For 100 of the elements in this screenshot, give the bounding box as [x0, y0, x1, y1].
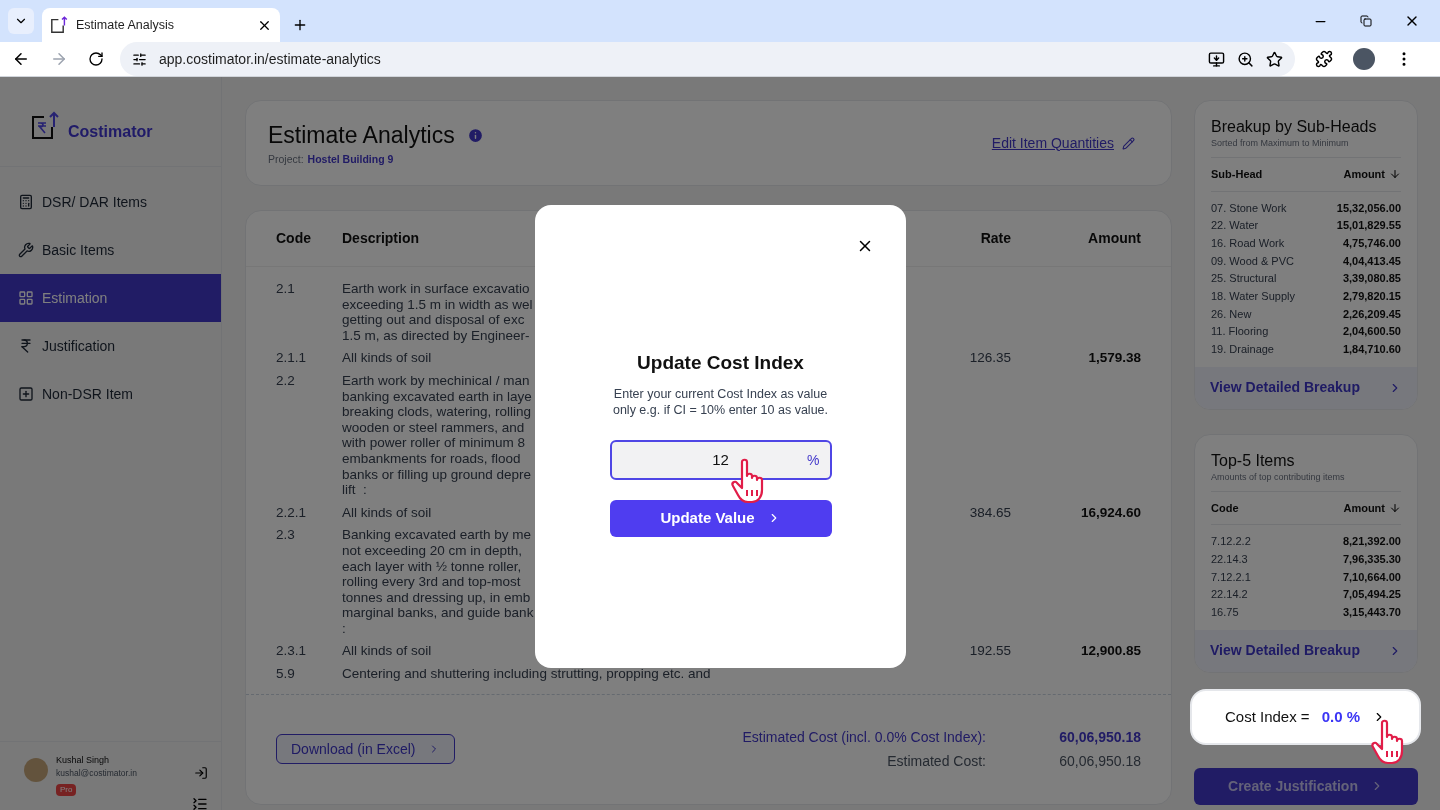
- table-cell: embankments for roads, flood: [342, 450, 521, 467]
- table-cell: All kinds of soil: [342, 643, 432, 660]
- cost-index-value: 0.0 %: [1321, 706, 1360, 727]
- sort-icon: [1389, 168, 1401, 181]
- view-breakup-link[interactable]: View Detailed Breakup: [1195, 629, 1417, 672]
- brand-name: Costimator: [68, 121, 153, 142]
- pencil-icon: [1122, 136, 1135, 150]
- column-header: Description: [342, 230, 419, 246]
- percent-suffix: %: [807, 450, 820, 470]
- table-cell: exceeding 1.5 m in width as wel: [342, 296, 533, 313]
- table-cell: All kinds of soil: [342, 504, 432, 521]
- table-cell-text: 11. Flooring: [1211, 324, 1269, 340]
- table-cell: Centering and shuttering including strutting, propping etc. and: [342, 666, 711, 682]
- table-cell-text: 15,32,056.00: [1336, 200, 1401, 216]
- dialog-title: Update Cost Index: [637, 351, 804, 375]
- tools-icon: [18, 242, 34, 258]
- site-settings-icon[interactable]: [132, 51, 147, 67]
- table-cell-text: 2.2: [276, 372, 296, 390]
- project-label: Project:: [268, 152, 304, 168]
- profile-avatar[interactable]: [1353, 48, 1375, 70]
- table-cell: not exceeding 20 cm in depth,: [342, 542, 523, 559]
- column-header: Amount: [1087, 229, 1141, 248]
- extensions-icon[interactable]: [1315, 50, 1333, 68]
- table-cell-text: 22. Water: [1211, 218, 1259, 234]
- plan-badge: Pro: [56, 784, 77, 797]
- cost-index-button[interactable]: Cost Index = 0.0 %: [1190, 688, 1421, 745]
- table-cell-text: 2.3.1: [276, 643, 308, 660]
- sidebar-item[interactable]: Non-DSR Item: [0, 370, 221, 418]
- address-bar[interactable]: app.costimator.in/estimate-analytics: [120, 42, 1295, 76]
- table-cell-text: 1,84,710.60: [1342, 342, 1401, 358]
- table-cell: banks or filling up ground depre: [342, 466, 532, 483]
- sidebar-item[interactable]: DSR/ DAR Items: [0, 178, 221, 226]
- view-breakup-link[interactable]: View Detailed Breakup: [1195, 366, 1417, 409]
- column-header: Code: [1211, 500, 1239, 516]
- column-header: Amount: [1343, 167, 1385, 182]
- reload-icon[interactable]: [88, 51, 104, 67]
- total-value: 60,06,950.18: [1058, 751, 1141, 771]
- table-cell: rolling every 3rd and top-most: [342, 574, 521, 590]
- column-header: Rate: [979, 229, 1011, 248]
- table-cell: with power roller of minimum 8: [342, 435, 526, 451]
- column-header: Sub-Head: [1211, 167, 1263, 182]
- table-cell-text: 2.2.1: [276, 504, 308, 521]
- panel-title: Top-5 Items: [1211, 450, 1296, 471]
- table-cell-text: 2,04,600.50: [1342, 324, 1401, 340]
- panel-subtitle: Sorted from Maximum to Minimum: [1211, 137, 1350, 149]
- table-cell: 126.35: [969, 350, 1011, 366]
- restore-icon[interactable]: [1360, 15, 1372, 27]
- table-cell-text: 3,39,080.85: [1342, 271, 1401, 287]
- download-button[interactable]: Download (in Excel): [276, 734, 455, 765]
- table-cell: each layer with ½ tonne roller,: [342, 558, 522, 575]
- page-title: Estimate Analytics: [268, 120, 455, 150]
- sidebar-item[interactable]: Justification: [0, 322, 221, 370]
- collapse-icon[interactable]: [192, 795, 208, 810]
- create-justification-button[interactable]: Create Justification: [1194, 767, 1418, 805]
- table-cell-text: 2,79,820.15: [1342, 289, 1401, 304]
- table-cell: marginal banks, and guide bank: [342, 605, 534, 621]
- logout-icon[interactable]: [194, 765, 208, 780]
- total-label: Estimated Cost:: [886, 751, 986, 771]
- table-cell-text: 8,21,392.00: [1342, 534, 1401, 550]
- favicon-icon: [50, 16, 68, 34]
- dialog-text: Enter your current Cost Index as value only e.g. if CI = 10% enter 10 as value.: [611, 385, 830, 418]
- update-value-button[interactable]: Update Value: [609, 499, 832, 537]
- panel-subtitle: Amounts of top contributing items: [1211, 470, 1346, 483]
- table-cell-text: 09. Wood & PVC: [1211, 253, 1294, 269]
- bookmark-icon[interactable]: [1266, 50, 1283, 68]
- table-cell: breaking clods, watering, rolling: [342, 404, 532, 420]
- table-cell: 384.65: [969, 504, 1011, 520]
- table-cell-text: 16. Road Work: [1211, 235, 1285, 251]
- table-cell-text: 4,75,746.00: [1342, 235, 1401, 251]
- table-cell-text: 5.9: [276, 666, 296, 682]
- table-cell-text: 2,26,209.45: [1342, 306, 1401, 322]
- url-text: app.costimator.in/estimate-analytics: [159, 49, 382, 69]
- tab-title: Estimate Analysis: [76, 16, 175, 34]
- table-cell-text: 22.14.2: [1211, 587, 1248, 603]
- total-label: Estimated Cost (incl. 0.0% Cost Index):: [741, 727, 986, 747]
- zoom-icon[interactable]: [1237, 50, 1254, 68]
- info-icon[interactable]: [466, 126, 484, 144]
- user-name: Kushal Singh: [56, 753, 111, 767]
- table-cell-text: 7,10,664.00: [1342, 569, 1401, 585]
- tab-list-button[interactable]: [8, 8, 34, 34]
- column-header: Code: [276, 229, 312, 248]
- browser-tab[interactable]: Estimate Analysis: [42, 8, 280, 42]
- grid-icon: [18, 290, 34, 306]
- rupee-icon: [18, 338, 34, 354]
- install-icon[interactable]: [1208, 50, 1225, 68]
- sort-icon: [1389, 502, 1401, 515]
- table-cell: 12,900.85: [1080, 643, 1141, 659]
- table-cell-text: 2.3: [276, 527, 296, 545]
- table-cell: 1.5 m, as directed by Engineer-: [342, 327, 530, 344]
- sidebar-item[interactable]: Basic Items: [0, 226, 221, 274]
- table-cell-text: 7,05,494.25: [1342, 587, 1401, 603]
- total-value: 60,06,950.18: [1058, 727, 1141, 747]
- table-cell-text: 07. Stone Work: [1211, 200, 1287, 216]
- table-cell-text: 19. Drainage: [1211, 342, 1274, 358]
- table-cell: wooden or steel rammers, and: [342, 419, 525, 436]
- back-icon[interactable]: [12, 50, 30, 68]
- new-tab-icon[interactable]: [292, 17, 308, 33]
- table-cell-text: 18. Water Supply: [1211, 289, 1295, 304]
- sidebar-item[interactable]: Estimation: [0, 274, 221, 322]
- edit-quantities-link[interactable]: Edit Item Quantities: [991, 132, 1114, 154]
